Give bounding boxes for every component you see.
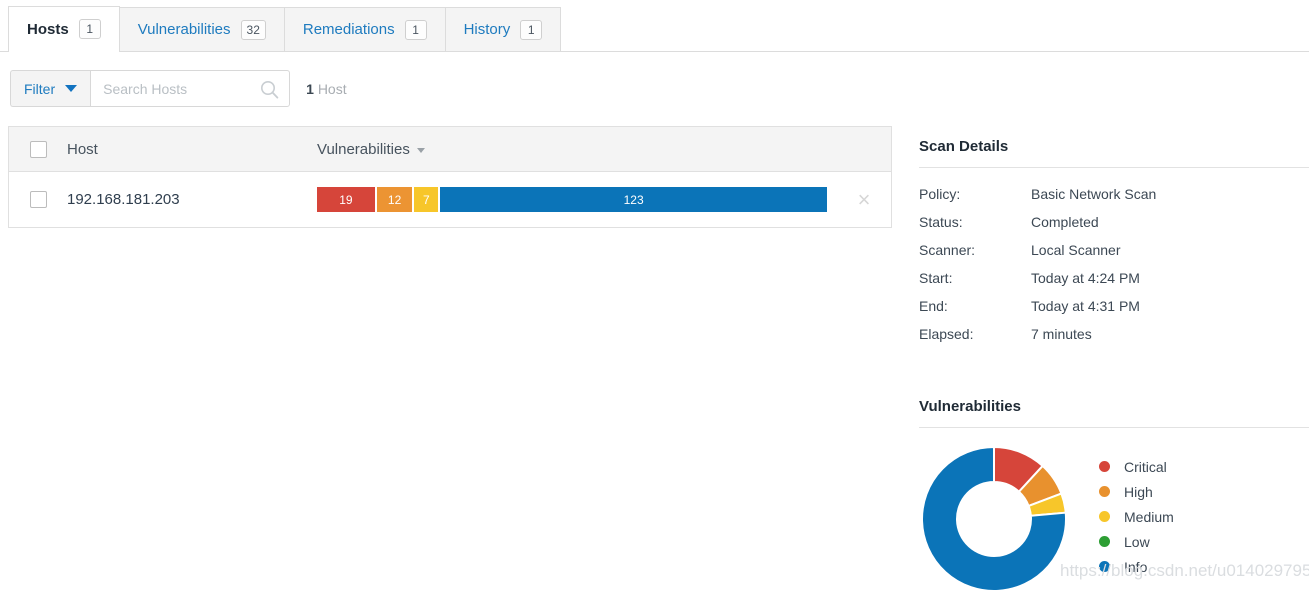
- column-header-vulnerabilities[interactable]: Vulnerabilities: [317, 141, 891, 158]
- tab-vulnerabilities[interactable]: Vulnerabilities 32: [118, 7, 285, 51]
- legend-color-dot: [1099, 486, 1110, 497]
- tab-history-badge: 1: [520, 19, 543, 40]
- scan-details-panel: Scan Details Policy: Basic Network Scan St…: [919, 138, 1309, 348]
- scan-detail-row: Policy: Basic Network Scan: [919, 180, 1309, 208]
- legend-color-dot: [1099, 536, 1110, 547]
- table-row[interactable]: 192.168.181.203 19 12 7 123 ×: [9, 172, 891, 227]
- legend-color-dot: [1099, 461, 1110, 472]
- severity-segment-medium[interactable]: 7: [414, 187, 441, 212]
- tab-bar: Hosts 1 Vulnerabilities 32 Remediations …: [0, 0, 1309, 52]
- scan-detail-key: End:: [919, 298, 948, 314]
- cell-host[interactable]: 192.168.181.203: [67, 191, 317, 208]
- legend-label: Medium: [1124, 508, 1174, 525]
- legend-label: Info: [1124, 558, 1148, 575]
- row-select-cell: [9, 191, 67, 208]
- toolbar: Filter 1 Host: [10, 70, 347, 107]
- host-count-unit: Host: [317, 80, 347, 97]
- legend-item-high[interactable]: High: [1099, 479, 1174, 504]
- tab-vulnerabilities-badge: 32: [240, 19, 266, 40]
- vulnerabilities-divider: [919, 427, 1309, 428]
- vulnerabilities-donut-chart: [921, 445, 1067, 592]
- legend-label: Low: [1124, 533, 1150, 550]
- tab-history[interactable]: History 1: [444, 7, 562, 51]
- host-count: 1 Host: [306, 81, 346, 97]
- scan-detail-key: Start:: [919, 270, 953, 286]
- row-checkbox[interactable]: [29, 191, 47, 208]
- tab-history-label: History: [463, 21, 511, 38]
- scan-detail-key: Scanner:: [919, 242, 976, 258]
- select-all-checkbox[interactable]: [29, 140, 47, 158]
- severity-bar: 19 12 7 123: [317, 187, 827, 212]
- remove-host-icon[interactable]: ×: [837, 188, 891, 211]
- scan-detail-value: Today at 4:31 PM: [1031, 298, 1140, 314]
- search-icon[interactable]: [260, 80, 279, 99]
- host-count-number: 1: [306, 80, 314, 97]
- tab-vulnerabilities-label: Vulnerabilities: [137, 21, 231, 38]
- column-header-host[interactable]: Host: [67, 141, 317, 158]
- search-box: [90, 70, 291, 107]
- scan-detail-value: 7 minutes: [1031, 326, 1092, 342]
- scan-detail-value: Today at 4:24 PM: [1031, 270, 1140, 286]
- vulnerabilities-panel: Vulnerabilities Critical High Medium Low Inf…: [919, 398, 1309, 594]
- scan-detail-value: Completed: [1031, 214, 1099, 230]
- scan-detail-key: Elapsed:: [919, 326, 974, 342]
- cell-severity-bar: 19 12 7 123: [317, 187, 837, 212]
- legend-item-medium[interactable]: Medium: [1099, 504, 1174, 529]
- legend-item-low[interactable]: Low: [1099, 529, 1174, 554]
- vulnerabilities-title: Vulnerabilities: [919, 398, 1021, 415]
- scan-detail-key: Status:: [919, 214, 963, 230]
- tab-hosts[interactable]: Hosts 1: [8, 6, 120, 52]
- tab-remediations-label: Remediations: [302, 21, 395, 38]
- chevron-down-icon: [65, 85, 78, 92]
- severity-segment-high[interactable]: 12: [376, 187, 415, 212]
- tab-remediations[interactable]: Remediations 1: [283, 7, 446, 51]
- scan-detail-row: End: Today at 4:31 PM: [919, 292, 1309, 320]
- tab-hosts-badge: 1: [78, 19, 101, 39]
- column-header-vulnerabilities-label: Vulnerabilities: [317, 140, 410, 158]
- hosts-table: Host Vulnerabilities 192.168.181.203 19 1…: [8, 126, 892, 228]
- scan-detail-value: Basic Network Scan: [1031, 186, 1157, 202]
- legend-color-dot: [1099, 511, 1110, 522]
- scan-details-title: Scan Details: [919, 138, 1009, 155]
- select-all-cell: [9, 140, 67, 158]
- filter-button[interactable]: Filter: [10, 70, 91, 107]
- filter-button-label: Filter: [24, 80, 56, 97]
- scan-detail-row: Start: Today at 4:24 PM: [919, 264, 1309, 292]
- vulnerabilities-chart-area: Critical High Medium Low Info: [919, 444, 1309, 594]
- scan-details-divider: [919, 167, 1309, 168]
- legend-color-dot: [1099, 561, 1110, 572]
- severity-segment-critical[interactable]: 19: [317, 187, 377, 212]
- table-header-row: Host Vulnerabilities: [9, 127, 891, 172]
- legend-item-info[interactable]: Info: [1099, 554, 1174, 579]
- scan-detail-row: Elapsed: 7 minutes: [919, 320, 1309, 348]
- tab-hosts-label: Hosts: [27, 20, 69, 38]
- scan-detail-row: Scanner: Local Scanner: [919, 236, 1309, 264]
- legend-label: High: [1124, 483, 1153, 500]
- scan-detail-key: Policy:: [919, 186, 961, 202]
- severity-segment-info[interactable]: 123: [440, 187, 827, 212]
- scan-detail-value: Local Scanner: [1031, 242, 1121, 258]
- legend-item-critical[interactable]: Critical: [1099, 454, 1174, 479]
- vulnerabilities-legend: Critical High Medium Low Info: [1099, 454, 1174, 579]
- scan-details-list: Policy: Basic Network Scan Status: Complete…: [919, 180, 1309, 348]
- tab-remediations-badge: 1: [404, 19, 427, 40]
- sort-descending-icon: [416, 148, 425, 153]
- scan-detail-row: Status: Completed: [919, 208, 1309, 236]
- legend-label: Critical: [1124, 458, 1167, 475]
